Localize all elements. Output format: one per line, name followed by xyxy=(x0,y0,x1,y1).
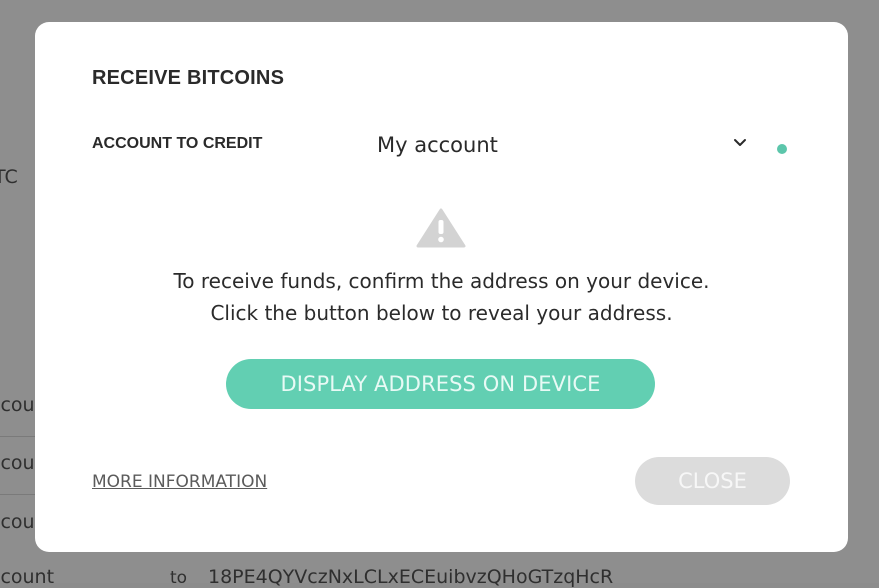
account-select-value: My account xyxy=(377,133,498,157)
instruction-text-line-2: Click the button below to reveal your ad… xyxy=(210,301,673,325)
background-text-fragment: TC xyxy=(0,166,18,188)
dialog-title: RECEIVE BITCOINS xyxy=(92,67,285,89)
background-text-fragment: ccou xyxy=(0,394,35,416)
account-select[interactable]: My account xyxy=(371,126,759,166)
display-address-on-device-button[interactable]: DISPLAY ADDRESS ON DEVICE xyxy=(226,359,655,409)
close-button[interactable]: CLOSE xyxy=(635,457,790,505)
instruction-text-line-1: To receive funds, confirm the address on… xyxy=(173,269,710,293)
background-address-fragment: 18PE4QYVczNxLCLxECEuibvzQHoGTzqHcR xyxy=(208,566,614,588)
background-text-fragment: ccount xyxy=(0,566,55,588)
background-text-fragment: to xyxy=(170,568,188,588)
background-divider xyxy=(0,494,40,495)
more-information-link[interactable]: MORE INFORMATION xyxy=(92,472,267,492)
receive-bitcoins-dialog: RECEIVE BITCOINS ACCOUNT TO CREDIT My ac… xyxy=(35,22,848,552)
background-text-fragment: ccou xyxy=(0,452,35,474)
account-to-credit-label: ACCOUNT TO CREDIT xyxy=(92,135,263,152)
account-status-dot xyxy=(777,144,787,154)
chevron-down-icon xyxy=(734,139,746,146)
warning-triangle-icon xyxy=(416,208,466,248)
background-text-fragment: ccou xyxy=(0,511,35,533)
background-divider xyxy=(0,436,40,437)
